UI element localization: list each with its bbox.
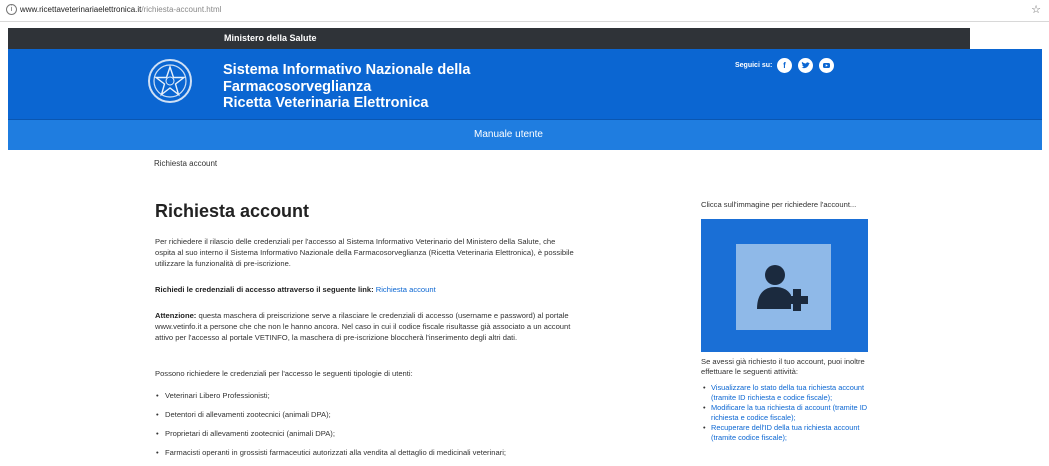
site-title-line-1: Sistema Informativo Nazionale della xyxy=(223,62,471,78)
user-types-intro: Possono richiedere le credenziali per l'… xyxy=(155,369,413,378)
attention-label: Attenzione: xyxy=(155,311,197,320)
youtube-icon[interactable] xyxy=(819,58,834,73)
list-item: Farmacisti operanti in grossisti farmace… xyxy=(155,447,506,466)
list-item: Veterinari Libero Professionisti; xyxy=(155,390,506,409)
browser-address-bar[interactable]: i www.ricettaveterinariaelettronica.it/r… xyxy=(0,0,1049,22)
facebook-icon[interactable]: f xyxy=(777,58,792,73)
italian-republic-emblem-icon xyxy=(148,59,192,103)
main-navbar: Manuale utente xyxy=(8,119,1042,150)
request-account-link[interactable]: Richiesta account xyxy=(376,285,436,294)
site-title-line-2: Farmacosorveglianza xyxy=(223,78,372,95)
url-text[interactable]: www.ricettaveterinariaelettronica.it/ric… xyxy=(20,5,221,14)
intro-paragraph: Per richiedere il rilascio delle credenz… xyxy=(155,237,574,268)
attention-text: questa maschera di preiscrizione serve a… xyxy=(155,311,571,342)
request-link-prefix: Richiedi le credenziali di accesso attra… xyxy=(155,285,374,294)
request-account-image-button[interactable] xyxy=(701,219,868,352)
sidebar-action-modify-request[interactable]: Modificare la tua richiesta di account (… xyxy=(701,403,871,422)
ministry-topbar: Ministero della Salute xyxy=(8,28,970,49)
social-label: Seguici su: xyxy=(735,62,773,69)
sidebar-click-text: Clicca sull'immagine per richiedere l'ac… xyxy=(701,200,857,209)
list-item: Detentori di allevamenti zootecnici (ani… xyxy=(155,409,506,428)
sidebar-after-text: Se avessi già richiesto il tuo account, … xyxy=(701,357,865,376)
sidebar-action-recover-id[interactable]: Recuperare dell'ID della tua richiesta a… xyxy=(701,423,871,442)
site-info-icon[interactable]: i xyxy=(6,4,17,15)
add-user-icon xyxy=(757,265,808,311)
request-link-paragraph: Richiedi le credenziali di accesso attra… xyxy=(155,284,575,295)
sidebar-actions-list: Visualizzare lo stato della tua richiest… xyxy=(701,383,871,443)
bookmark-star-icon[interactable]: ☆ xyxy=(1031,3,1041,16)
attention-paragraph: Attenzione: questa maschera di preiscriz… xyxy=(155,310,575,343)
twitter-icon[interactable] xyxy=(798,58,813,73)
ministry-label[interactable]: Ministero della Salute xyxy=(224,33,317,43)
nav-manuale-utente[interactable]: Manuale utente xyxy=(474,129,543,140)
list-item: Proprietari di allevamenti zootecnici (a… xyxy=(155,428,506,447)
site-header: Sistema Informativo Nazionale della Farm… xyxy=(8,49,1042,119)
sidebar-action-view-status[interactable]: Visualizzare lo stato della tua richiest… xyxy=(701,383,871,402)
site-title[interactable]: Sistema Informativo Nazionale della Farm… xyxy=(223,62,470,112)
site-title-line-3: Ricetta Veterinaria Elettronica xyxy=(223,95,429,111)
page-title: Richiesta account xyxy=(155,201,310,221)
user-types-list: Veterinari Libero Professionisti; Detent… xyxy=(155,390,506,466)
breadcrumb: Richiesta account xyxy=(154,159,218,168)
